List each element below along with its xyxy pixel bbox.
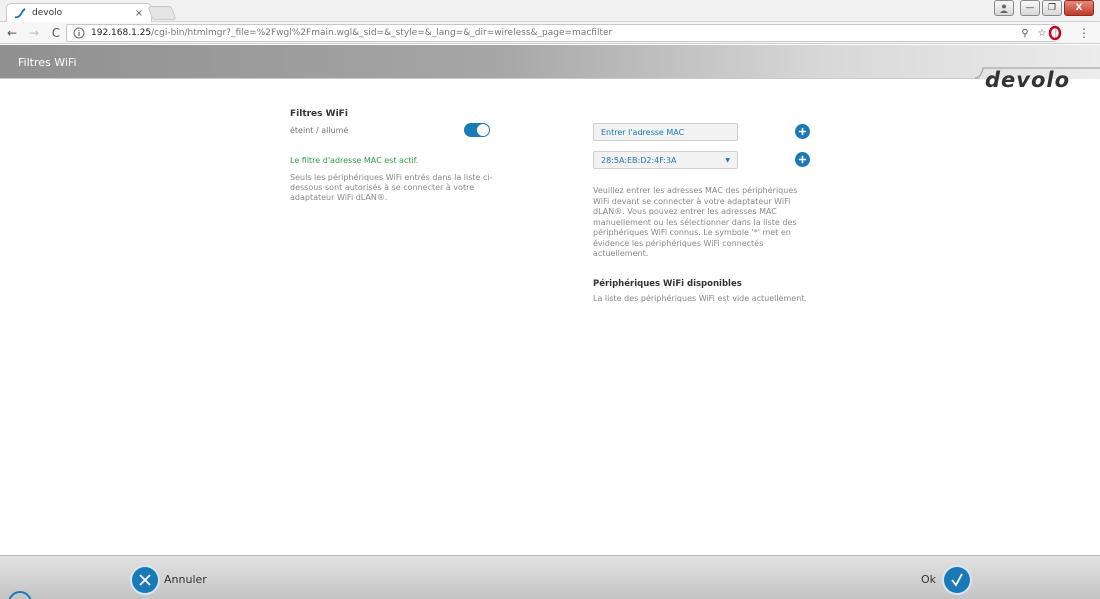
cancel-button[interactable] [132,567,158,593]
minimize-button[interactable]: — [1020,0,1040,16]
mac-description: Veuillez entrer les adresses MAC des pér… [593,186,798,258]
ok-button[interactable] [944,567,970,593]
wifi-filter-toggle[interactable] [464,123,490,137]
zoom-icon[interactable]: ⚲ [1018,28,1032,39]
header-divider [0,78,980,79]
site-info-icon[interactable] [73,27,85,39]
browser-toolbar: ← → C 192.168.1.25 /cgi-bin/htmlmgr?_fil… [0,22,1100,44]
cancel-label[interactable]: Annuler [164,573,207,586]
browser-tab[interactable]: devolo × [6,3,152,22]
close-icon [139,574,151,586]
restore-button[interactable]: ❐ [1042,0,1062,16]
filter-status-message: Le filtre d'adresse MAC est actif. [290,156,419,165]
available-devices-heading: Périphériques WiFi disponibles [593,279,742,289]
browser-tabstrip: devolo × — ❐ X [0,0,1100,22]
window-controls: — ❐ X [994,0,1094,16]
opera-extension-icon[interactable] [1048,26,1062,40]
url-path: /cgi-bin/htmlmgr?_file=%2Fwgl%2Fmain.wgl… [151,28,613,38]
user-profile-icon[interactable] [994,0,1014,16]
plus-icon [798,155,807,164]
page-header: Filtres WiFi [0,45,1100,79]
toggle-label: éteint / allumé [290,126,349,135]
add-selected-mac-button[interactable] [795,152,810,167]
chevron-down-icon: ▼ [725,156,730,164]
known-devices-select[interactable]: 28:5A:EB:D2:4F:3A ▼ [593,151,738,169]
plus-icon [798,127,807,136]
mac-address-input[interactable] [593,123,738,141]
new-tab-button[interactable] [147,6,177,20]
toggle-knob [477,124,489,136]
ok-label[interactable]: Ok [921,573,936,586]
back-button[interactable]: ← [2,23,22,43]
forward-button[interactable]: → [24,23,44,43]
address-bar[interactable]: 192.168.1.25 /cgi-bin/htmlmgr?_file=%2Fw… [66,24,1056,42]
page-title: Filtres WiFi [18,56,77,69]
tab-title: devolo [32,8,63,18]
filter-description: Seuls les périphériques WiFi entrés dans… [290,173,493,202]
browser-menu-icon[interactable]: ⋮ [1078,26,1090,40]
devolo-favicon-icon [14,7,26,18]
bookmark-star-icon[interactable]: ☆ [1035,28,1049,39]
check-icon [951,573,963,587]
tab-close-icon[interactable]: × [133,8,145,19]
add-mac-button[interactable] [795,124,810,139]
available-devices-empty: La liste des périphériques WiFi est vide… [593,294,807,303]
reload-button[interactable]: C [46,23,66,43]
close-window-button[interactable]: X [1064,0,1094,16]
devolo-logo: devolo [985,68,1071,92]
selected-mac-value: 28:5A:EB:D2:4F:3A [601,155,677,165]
url-host: 192.168.1.25 [91,28,152,38]
wifi-filter-heading: Filtres WiFi [290,109,348,119]
